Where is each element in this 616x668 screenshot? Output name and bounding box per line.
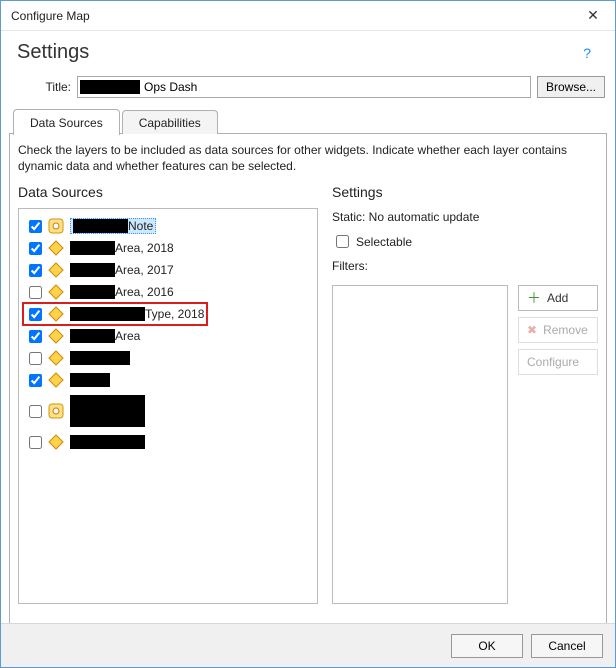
settings-column: Settings Static: No automatic update Sel… [332,184,598,604]
configure-filter-button[interactable]: Configure [518,349,598,375]
panel-description: Check the layers to be included as data … [18,142,598,174]
layer-checkbox[interactable] [29,330,42,343]
polygon-layer-icon [48,284,64,300]
close-icon: ✕ [587,7,599,24]
layer-label-wrap [70,435,145,449]
layer-row[interactable]: Type, 2018 [23,303,313,325]
layer-row[interactable]: Area, 2016 [23,281,313,303]
layer-row[interactable] [23,431,313,453]
redacted-layer-name [70,241,115,255]
data-sources-column: Data Sources Note Area, 2018 Area, 2017 Are… [18,184,318,604]
title-row: Title: Browse... [1,72,615,108]
layer-checkbox[interactable] [29,405,42,418]
layer-label-wrap: Area, 2018 [70,241,174,255]
titlebar: Configure Map ✕ [1,1,615,31]
redacted-layer-name [70,351,130,365]
layer-label-wrap: Note [70,218,156,234]
data-sources-heading: Data Sources [18,184,318,200]
polygon-layer-icon [48,328,64,344]
header: Settings ? [1,31,615,72]
close-button[interactable]: ✕ [571,1,615,30]
layer-label-wrap: Area [70,329,140,343]
window-title: Configure Map [11,9,90,23]
layer-checkbox[interactable] [29,286,42,299]
tab-bar: Data Sources Capabilities [1,108,615,134]
configure-label: Configure [527,355,579,369]
redacted-title-prefix [80,80,140,94]
layer-checkbox[interactable] [29,308,42,321]
layer-checkbox[interactable] [29,436,42,449]
plus-icon: ＋ [527,291,541,305]
browse-button[interactable]: Browse... [537,76,605,98]
redacted-layer-name [73,219,128,233]
help-icon[interactable]: ? [583,45,591,61]
layer-row[interactable] [23,369,313,391]
selectable-checkbox[interactable] [336,235,349,248]
layer-suffix: Note [128,219,153,233]
layer-suffix: Area, 2016 [115,285,174,299]
remove-filter-button[interactable]: ✖ Remove [518,317,598,343]
polygon-layer-icon [48,262,64,278]
redacted-layer-name [70,373,110,387]
title-input-wrap[interactable] [77,76,531,98]
settings-heading: Settings [332,184,598,200]
layer-row[interactable]: Area [23,325,313,347]
tab-panel: Check the layers to be included as data … [9,133,607,633]
filter-buttons: ＋ Add ✖ Remove Configure [518,285,598,604]
polygon-layer-icon [48,306,64,322]
layer-label-wrap: Area, 2017 [70,263,174,277]
layer-suffix: Area [115,329,140,343]
layer-label-wrap: Type, 2018 [70,307,204,321]
redacted-layer-name [70,263,115,277]
layer-suffix: Area, 2018 [115,241,174,255]
polygon-layer-icon [48,350,64,366]
layer-label-wrap [70,351,130,365]
tab-capabilities[interactable]: Capabilities [122,110,218,134]
data-sources-list[interactable]: Note Area, 2018 Area, 2017 Area, 2016 Type, … [18,208,318,604]
ok-button[interactable]: OK [451,634,523,658]
layer-checkbox[interactable] [29,352,42,365]
remove-icon: ✖ [527,324,537,336]
filters-listbox[interactable] [332,285,508,604]
redacted-layer-name [70,307,145,321]
redacted-layer-name [70,435,145,449]
layer-suffix: Type, 2018 [145,307,204,321]
layer-checkbox[interactable] [29,220,42,233]
layer-row[interactable] [23,391,313,431]
polygon-layer-icon [48,434,64,450]
layer-row[interactable] [23,347,313,369]
layer-label-wrap: Area, 2016 [70,285,174,299]
filters-label: Filters: [332,259,598,273]
polygon-layer-icon [48,372,64,388]
page-heading: Settings [17,41,583,64]
redacted-layer-name [70,395,145,427]
dialog-footer: OK Cancel [1,623,615,667]
point-layer-icon [48,403,64,419]
title-label: Title: [11,80,71,94]
layer-checkbox[interactable] [29,374,42,387]
layer-row[interactable]: Area, 2017 [23,259,313,281]
layer-checkbox[interactable] [29,264,42,277]
add-filter-button[interactable]: ＋ Add [518,285,598,311]
tab-data-sources[interactable]: Data Sources [13,109,120,135]
redacted-layer-name [70,285,115,299]
layer-row[interactable]: Note [23,215,313,237]
layer-suffix: Area, 2017 [115,263,174,277]
layer-checkbox[interactable] [29,242,42,255]
static-update-line: Static: No automatic update [332,210,598,224]
selectable-label: Selectable [356,235,412,249]
point-layer-icon [48,218,64,234]
layer-row[interactable]: Area, 2018 [23,237,313,259]
add-label: Add [547,291,568,305]
title-input[interactable] [142,79,528,95]
cancel-button[interactable]: Cancel [531,634,603,658]
remove-label: Remove [543,323,588,337]
redacted-layer-name [70,329,115,343]
layer-label-wrap [70,395,145,427]
polygon-layer-icon [48,240,64,256]
layer-label-wrap [70,373,110,387]
